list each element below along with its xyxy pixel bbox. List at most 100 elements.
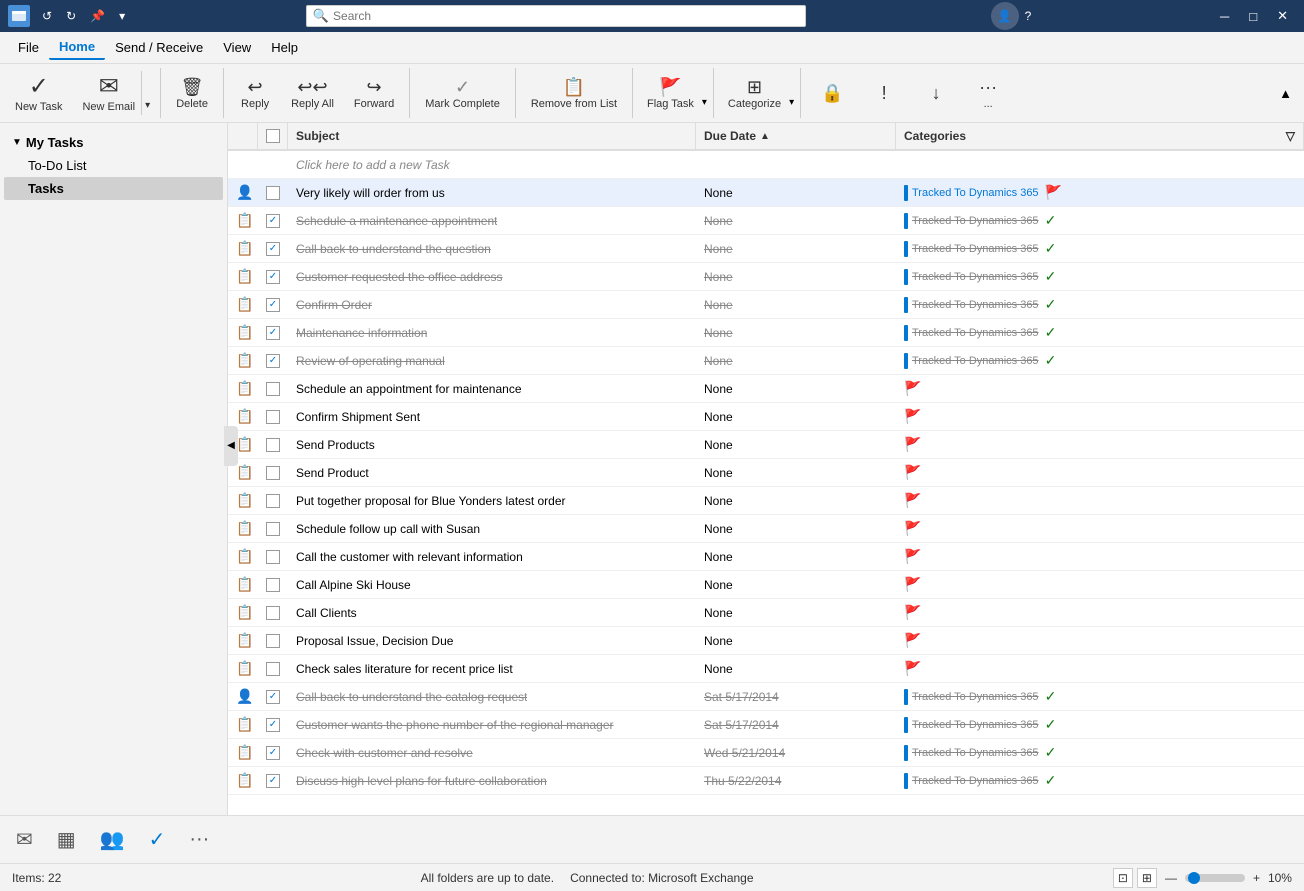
row-subject-cell[interactable]: Schedule an appointment for maintenance [288, 375, 696, 402]
table-row[interactable]: 📋 Customer wants the phone number of the… [228, 711, 1304, 739]
table-row[interactable]: 📋 Schedule an appointment for maintenanc… [228, 375, 1304, 403]
close-button[interactable]: ✕ [1269, 4, 1296, 28]
task-checkbox[interactable] [266, 662, 280, 676]
table-row[interactable]: 📋 Confirm Order None Tracked To Dynamics… [228, 291, 1304, 319]
flag-task-button[interactable]: 🚩 Flag Task [639, 73, 702, 114]
row-check-cell[interactable] [258, 571, 288, 598]
row-subject-cell[interactable]: Very likely will order from us [288, 179, 696, 206]
row-subject-cell[interactable]: Check with customer and resolve [288, 739, 696, 766]
row-subject-cell[interactable]: Confirm Order [288, 291, 696, 318]
table-row[interactable]: 📋 Discuss high level plans for future co… [228, 767, 1304, 795]
task-checkbox[interactable] [266, 550, 280, 564]
categorize-button[interactable]: ⊞ Categorize [720, 73, 789, 114]
importance-button[interactable]: ! [859, 78, 909, 109]
menu-file[interactable]: File [8, 36, 49, 59]
flag-icon[interactable]: 🚩 [1045, 184, 1062, 201]
flag-icon[interactable]: 🚩 [904, 604, 921, 621]
row-check-cell[interactable] [258, 179, 288, 206]
menu-home[interactable]: Home [49, 35, 105, 60]
row-check-cell[interactable] [258, 235, 288, 262]
row-subject-cell[interactable]: Customer wants the phone number of the r… [288, 711, 696, 738]
row-subject-cell[interactable]: Call back to understand the catalog requ… [288, 683, 696, 710]
row-check-cell[interactable] [258, 515, 288, 542]
row-check-cell[interactable] [258, 683, 288, 710]
menu-send-receive[interactable]: Send / Receive [105, 36, 213, 59]
sidebar-item-tasks[interactable]: Tasks [4, 177, 223, 200]
table-row[interactable]: 📋 Check with customer and resolve Wed 5/… [228, 739, 1304, 767]
row-subject-cell[interactable]: Maintenance information [288, 319, 696, 346]
row-check-cell[interactable] [258, 655, 288, 682]
row-check-cell[interactable] [258, 375, 288, 402]
row-check-cell[interactable] [258, 319, 288, 346]
row-check-cell[interactable] [258, 739, 288, 766]
account-icon[interactable]: 👤 [991, 2, 1019, 30]
more-button[interactable]: ··· ... [963, 72, 1013, 115]
nav-contacts[interactable]: 👥 [88, 823, 137, 856]
filter-icon[interactable]: ▽ [1286, 129, 1295, 143]
flag-icon[interactable]: 🚩 [904, 520, 921, 537]
new-email-dropdown[interactable]: ▾ [141, 71, 153, 116]
header-categories-col[interactable]: Categories ▽ [896, 123, 1304, 149]
task-checkbox[interactable] [266, 774, 280, 788]
row-check-cell[interactable] [258, 207, 288, 234]
new-task-row[interactable]: Click here to add a new Task [228, 151, 1304, 179]
row-subject-cell[interactable]: Call back to understand the question [288, 235, 696, 262]
flag-icon[interactable]: 🚩 [904, 576, 921, 593]
row-check-cell[interactable] [258, 767, 288, 794]
flag-icon[interactable]: 🚩 [904, 408, 921, 425]
row-check-cell[interactable] [258, 431, 288, 458]
row-check-cell[interactable] [258, 403, 288, 430]
nav-more[interactable]: ··· [177, 824, 221, 855]
row-subject-cell[interactable]: Check sales literature for recent price … [288, 655, 696, 682]
new-task-placeholder[interactable]: Click here to add a new Task [288, 151, 696, 178]
header-subject-col[interactable]: Subject [288, 123, 696, 149]
row-check-cell[interactable] [258, 291, 288, 318]
ribbon-collapse-button[interactable]: ▲ [1275, 82, 1296, 105]
row-subject-cell[interactable]: Call the customer with relevant informat… [288, 543, 696, 570]
flag-icon[interactable]: 🚩 [904, 660, 921, 677]
flag-icon[interactable]: 🚩 [904, 492, 921, 509]
menu-help[interactable]: Help [261, 36, 308, 59]
task-checkbox[interactable] [266, 186, 280, 200]
task-checkbox[interactable] [266, 326, 280, 340]
flag-icon[interactable]: 🚩 [904, 380, 921, 397]
task-checkbox[interactable] [266, 410, 280, 424]
table-row[interactable]: 📋 Proposal Issue, Decision Due None 🚩 [228, 627, 1304, 655]
flag-task-dropdown[interactable]: ▾ [702, 73, 707, 114]
remove-from-list-button[interactable]: 📋 Remove from List [522, 72, 626, 115]
nav-tasks[interactable]: ✓ [137, 823, 178, 856]
search-bar[interactable]: 🔍 [306, 5, 806, 27]
flag-icon[interactable]: 🚩 [904, 464, 921, 481]
new-task-button[interactable]: ✓ New Task [8, 70, 69, 117]
my-tasks-header[interactable]: ▼ My Tasks [4, 131, 223, 154]
view-single-icon[interactable]: ⊡ [1113, 868, 1133, 888]
row-check-cell[interactable] [258, 627, 288, 654]
table-row[interactable]: 📋 Call Clients None 🚩 [228, 599, 1304, 627]
minimize-button[interactable]: ─ [1212, 4, 1237, 28]
row-check-cell[interactable] [258, 711, 288, 738]
row-subject-cell[interactable]: Call Clients [288, 599, 696, 626]
header-due-date-col[interactable]: Due Date ▲ [696, 123, 896, 149]
task-checkbox[interactable] [266, 242, 280, 256]
row-subject-cell[interactable]: Confirm Shipment Sent [288, 403, 696, 430]
flag-icon[interactable]: 🚩 [904, 436, 921, 453]
row-subject-cell[interactable]: Send Product [288, 459, 696, 486]
table-row[interactable]: 📋 Customer requested the office address … [228, 263, 1304, 291]
task-checkbox[interactable] [266, 382, 280, 396]
task-checkbox[interactable] [266, 522, 280, 536]
search-input[interactable] [333, 9, 799, 23]
new-email-button[interactable]: ✉ New Email [76, 71, 141, 116]
row-subject-cell[interactable]: Proposal Issue, Decision Due [288, 627, 696, 654]
task-checkbox[interactable] [266, 578, 280, 592]
redo-icon[interactable]: ↻ [62, 7, 80, 25]
row-check-cell[interactable] [258, 263, 288, 290]
row-subject-cell[interactable]: Review of operating manual [288, 347, 696, 374]
row-check-cell[interactable] [258, 347, 288, 374]
task-checkbox[interactable] [266, 690, 280, 704]
task-checkbox[interactable] [266, 718, 280, 732]
zoom-out-button[interactable]: — [1161, 869, 1181, 887]
task-checkbox[interactable] [266, 466, 280, 480]
row-check-cell[interactable] [258, 543, 288, 570]
sidebar-collapse-button[interactable]: ◀ [224, 426, 238, 466]
zoom-in-button[interactable]: + [1249, 869, 1264, 887]
